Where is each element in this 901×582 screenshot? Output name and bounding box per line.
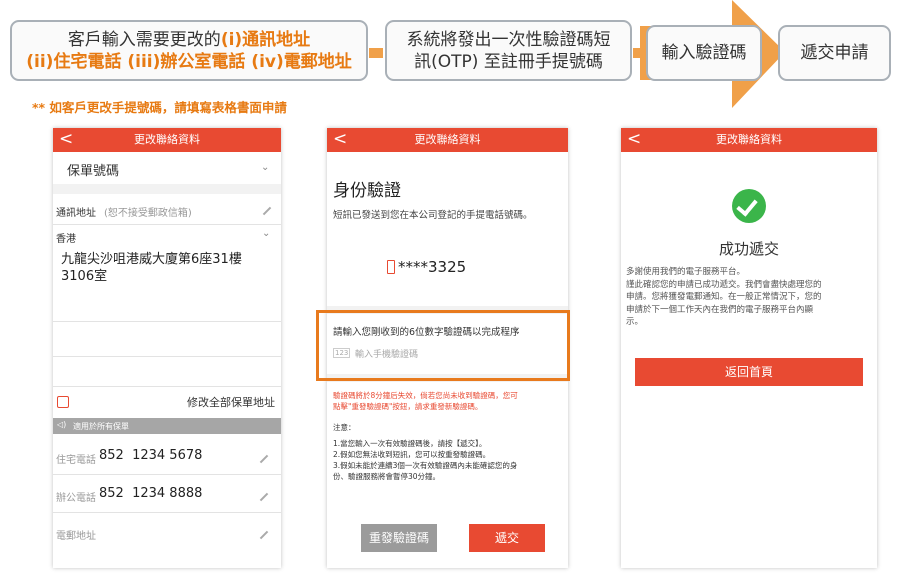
home-phone-label: 住宅電話: [56, 455, 96, 466]
flow-arrow-1: [369, 48, 383, 58]
back-icon[interactable]: <: [627, 128, 641, 150]
step1-prefix: 客戶輸入需要更改的: [67, 29, 221, 50]
masked-phone-number: ****3325: [398, 258, 467, 276]
message-line: 謹此確認您的申請已成功遞交。我們會盡快處理您的: [626, 279, 822, 290]
notes-title: 注意：: [333, 423, 356, 432]
flow-step-1: 客戶輸入需要更改的(i)通訊地址 (ii)住宅電話 (iii)辦公室電話 (iv…: [10, 20, 368, 81]
step2-line1: 系統將發出一次性驗證碼短: [406, 29, 611, 50]
screen3-title: 更改聯絡資料: [716, 133, 782, 146]
divider: [53, 474, 281, 475]
back-icon[interactable]: <: [59, 128, 73, 150]
screen2-header: < 更改聯絡資料: [327, 128, 568, 152]
home-phone-value: 852 1234 5678: [99, 448, 203, 463]
otp-highlight-box: [316, 310, 570, 381]
apply-all-bar: ◁) 適用於所有保單: [53, 418, 281, 434]
divider: [53, 386, 281, 387]
address-line-1: 九龍尖沙咀港威大廈第6座31樓: [61, 252, 242, 267]
office-phone-label: 辦公電話: [56, 493, 96, 504]
edit-pencil-icon[interactable]: [259, 530, 269, 540]
otp-expiry-warning: 驗證碼將於8分鐘后失效，倘若您尚未收到驗證碼，您可 點擊"重發驗證碼"按鈕，請求…: [333, 390, 518, 412]
checkmark-icon: [736, 194, 758, 217]
step1-highlight-others: (ii)住宅電話 (iii)辦公室電話 (iv)電郵地址: [26, 51, 352, 72]
step2-line2: 訊(OTP) 至註冊手提號碼: [414, 51, 603, 72]
message-line: 申請。您將獲發電郵通知。在一般正常情況下，您的: [626, 292, 822, 302]
screen-edit-contact: < 更改聯絡資料 保單號碼 ⌄ 通訊地址 (恕不接受郵政信箱) 香港 ⌄ 九龍尖…: [53, 128, 281, 568]
success-title: 成功遞交: [718, 240, 779, 258]
modify-all-label[interactable]: 修改全部保單地址: [187, 394, 275, 410]
email-row[interactable]: 電郵地址: [53, 514, 281, 550]
note-item: 3.假如未能於連續3個一次有效驗證碼內未能確認您的身: [333, 461, 518, 470]
screen-success: < 更改聯絡資料 成功遞交 多謝使用我們的電子服務平台。 謹此確認您的申請已成功…: [621, 128, 877, 568]
step1-highlight-address: (i)通訊地址: [220, 29, 311, 50]
step3-label: 輸入驗證碼: [661, 43, 747, 63]
message-line: 多謝使用我們的電子服務平台。: [626, 267, 746, 277]
edit-pencil-icon[interactable]: [259, 492, 269, 502]
policy-label: 保單號碼: [67, 164, 120, 179]
divider: [53, 321, 281, 322]
message-line: 示。: [626, 317, 644, 327]
home-phone-row[interactable]: 住宅電話 852 1234 5678: [53, 438, 281, 474]
sms-sent-text: 短訊已發送到您在本公司登記的手提電話號碼。: [333, 210, 533, 221]
speaker-icon: ◁): [57, 420, 67, 429]
submit-button[interactable]: 遞交: [469, 524, 545, 552]
address-label: 通訊地址: [56, 208, 96, 219]
note-item: 份、驗證服務將會暫停30分鐘。: [333, 472, 441, 481]
message-line: 申請於下一個工作天內在我們的電子服務平台內顯: [626, 304, 814, 315]
step4-label: 遞交申請: [800, 43, 869, 63]
divider: [53, 512, 281, 513]
warning-line-2: 點擊"重發驗證碼"按鈕，請求重發新驗證碼。: [333, 402, 483, 411]
return-home-button[interactable]: 返回首頁: [635, 358, 863, 386]
address-line-2: 3106室: [61, 269, 108, 284]
back-icon[interactable]: <: [333, 128, 347, 150]
flow-step-3: 輸入驗證碼: [646, 25, 762, 81]
mobile-change-note: ** 如客戶更改手提號碼，請填寫表格書面申請: [32, 100, 287, 115]
flow-step-2: 系統將發出一次性驗證碼短 訊(OTP) 至註冊手提號碼: [385, 20, 632, 81]
chevron-down-icon: ⌄: [261, 162, 270, 173]
apply-all-text: 適用於所有保單: [73, 422, 129, 431]
flow-step-4: 遞交申請: [778, 25, 891, 81]
office-phone-row[interactable]: 辦公電話 852 1234 8888: [53, 476, 281, 512]
address-hint: (恕不接受郵政信箱): [104, 208, 192, 219]
verification-heading: 身份驗證: [333, 181, 401, 201]
screen3-header: < 更改聯絡資料: [621, 128, 877, 152]
resend-otp-button[interactable]: 重發驗證碼: [361, 524, 437, 552]
notes-block: 注意： 1.當您輸入一次有效驗證碼後，請按【遞交】。 2.假如您無法收到短訊，您…: [333, 422, 517, 482]
email-label: 電郵地址: [56, 531, 96, 542]
screen1-title: 更改聯絡資料: [134, 133, 200, 146]
region-select[interactable]: 香港 ⌄: [53, 226, 281, 246]
address-textarea[interactable]: 九龍尖沙咀港威大廈第6座31樓 3106室: [61, 251, 276, 291]
note-item: 2.假如您無法收到短訊，您可以按重發驗證碼。: [333, 450, 491, 459]
region-value: 香港: [56, 234, 76, 245]
address-label-row: 通訊地址 (恕不接受郵政信箱): [53, 200, 281, 220]
chevron-down-icon: ⌄: [262, 228, 271, 239]
check-circle-icon: [732, 189, 766, 223]
screen2-title: 更改聯絡資料: [414, 133, 481, 146]
office-phone-value: 852 1234 8888: [99, 486, 203, 501]
gray-band: [53, 184, 281, 194]
mobile-phone-icon: [387, 260, 395, 274]
policy-select[interactable]: 保單號碼 ⌄: [53, 152, 281, 182]
success-message: 多謝使用我們的電子服務平台。 謹此確認您的申請已成功遞交。我們會盡快處理您的 申…: [626, 266, 822, 329]
edit-pencil-icon[interactable]: [262, 206, 272, 216]
edit-pencil-icon[interactable]: [259, 454, 269, 464]
modify-all-checkbox[interactable]: [57, 396, 69, 408]
warning-line-1: 驗證碼將於8分鐘后失效，倘若您尚未收到驗證碼，您可: [333, 391, 518, 400]
divider: [53, 224, 281, 225]
note-item: 1.當您輸入一次有效驗證碼後，請按【遞交】。: [333, 439, 487, 448]
screen1-header: < 更改聯絡資料: [53, 128, 281, 152]
divider: [53, 356, 281, 357]
